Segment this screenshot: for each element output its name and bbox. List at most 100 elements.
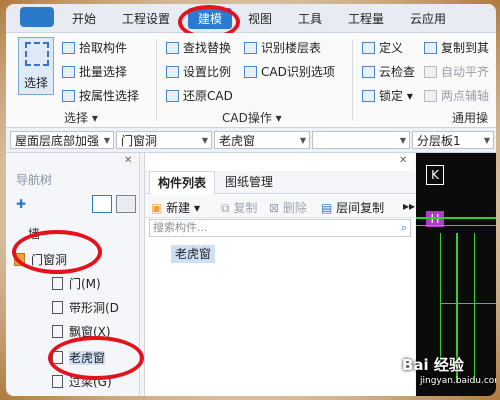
watermark-logo: Bai 经验 jingyan.baidu.com: [402, 356, 496, 386]
tree-item-lintel[interactable]: 过梁(G): [52, 373, 112, 390]
chevron-down-icon: ▼: [299, 136, 306, 145]
menu-cloud[interactable]: 云应用: [410, 10, 446, 27]
two-point-axis-button[interactable]: 两点辅轴: [424, 87, 489, 104]
define-button[interactable]: 定义: [362, 39, 403, 56]
copy-button[interactable]: ⧉ 复制: [221, 199, 257, 216]
new-icon: ▣: [151, 201, 163, 215]
chevron-down-icon: ▼: [103, 136, 110, 145]
menu-modeling[interactable]: 建模: [188, 8, 233, 29]
floor-copy-button[interactable]: ▤ 层间复制: [321, 199, 384, 216]
select-group-label: 选择 ▾: [64, 111, 98, 125]
ribbon-separator: [352, 39, 353, 121]
identify-floor-table-button[interactable]: 识别楼层表: [244, 39, 321, 56]
pick-component-button[interactable]: 拾取构件: [62, 39, 127, 56]
new-button[interactable]: ▣ 新建 ▾: [151, 199, 200, 216]
lock-button[interactable]: 锁定 ▾: [362, 87, 413, 104]
component-select[interactable]: 老虎窗 ▼: [214, 131, 310, 149]
delete-button[interactable]: ⊠ 删除: [269, 199, 307, 216]
restore-icon: [166, 90, 179, 102]
extra-select[interactable]: ▼: [312, 131, 410, 149]
panel-toolbar: ▣ 新建 ▾ ⧉ 复制 ⊠ 删除 ▤ 层间复制 ▸▸: [145, 195, 415, 218]
chevron-down-icon: ▼: [399, 136, 406, 145]
tree-item-bay-window[interactable]: 飘窗(X): [52, 323, 111, 340]
axis-icon: [424, 90, 437, 102]
photo-frame: 开始 工程设置 建模 视图 工具 工程量 云应用 选择 拾取构件 批量选择 按属…: [0, 0, 500, 400]
tree-item-door[interactable]: 门(M): [52, 275, 101, 292]
tab-drawing-manage[interactable]: 图纸管理: [217, 171, 281, 193]
chevron-down-icon: ▼: [483, 136, 490, 145]
menu-tools[interactable]: 工具: [298, 10, 322, 27]
general-group-label: 通用操: [452, 111, 489, 125]
list-item[interactable]: 老虎窗: [171, 245, 216, 263]
batch-select-button[interactable]: 批量选择: [62, 63, 127, 80]
tab-component-list[interactable]: 构件列表: [149, 171, 216, 194]
strip-hole-icon: [52, 301, 63, 314]
app-window: 开始 工程设置 建模 视图 工具 工程量 云应用 选择 拾取构件 批量选择 按属…: [6, 4, 496, 396]
pick-icon: [62, 42, 75, 54]
find-icon: [166, 42, 179, 54]
menu-view[interactable]: 视图: [248, 10, 272, 27]
select-big-button[interactable]: 选择: [18, 37, 54, 95]
lintel-icon: [52, 375, 63, 388]
auto-align-button[interactable]: 自动平齐: [424, 63, 489, 80]
define-icon: [362, 42, 375, 54]
find-replace-button[interactable]: 查找替换: [166, 39, 231, 56]
tree-item-wall[interactable]: 墙: [28, 225, 40, 242]
ribbon-separator: [156, 39, 157, 121]
floor-copy-icon: ▤: [321, 201, 333, 215]
app-menu-button[interactable]: [20, 7, 54, 27]
list-view-icon[interactable]: [92, 195, 112, 213]
menu-project-settings[interactable]: 工程设置: [122, 10, 170, 27]
search-icon: ⌕: [400, 221, 407, 234]
door-icon: [52, 277, 63, 290]
tree-item-strip-hole[interactable]: 带形洞(D: [52, 299, 119, 316]
cloud-icon: [362, 66, 375, 78]
nav-toolbar: ✚: [6, 193, 139, 217]
copy-icon: ⧉: [221, 201, 230, 215]
table-icon: [244, 42, 257, 54]
scale-icon: [166, 66, 179, 78]
layer-select[interactable]: 分层板1 ▼: [412, 131, 494, 149]
close-icon[interactable]: ✕: [124, 155, 132, 166]
cad-options-button[interactable]: CAD识别选项: [244, 63, 335, 80]
add-icon[interactable]: ✚: [16, 197, 26, 211]
set-scale-button[interactable]: 设置比例: [166, 63, 231, 80]
tree-item-dormer[interactable]: 老虎窗: [52, 349, 106, 366]
floor-select[interactable]: 屋面层底部加强 ▼: [10, 131, 114, 149]
cad-line: [440, 233, 441, 363]
close-icon[interactable]: ✕: [399, 155, 407, 166]
batch-icon: [62, 66, 75, 78]
panel-tabs: 构件列表 图纸管理: [145, 171, 415, 194]
select-arrow-icon: [25, 42, 49, 66]
copy-to-button[interactable]: 复制到其: [424, 39, 489, 56]
attr-icon: [62, 90, 75, 102]
chevron-down-icon: ▼: [201, 136, 208, 145]
bay-window-icon: [52, 325, 63, 338]
menu-start[interactable]: 开始: [72, 10, 96, 27]
lock-icon: [362, 90, 375, 102]
cad-line: [416, 217, 496, 219]
nav-tree-panel: ✕ 导航树 ✚ 墙 门窗洞 门(M) 带形洞(D 飘窗(X) 老虎窗 过梁(G): [6, 153, 140, 396]
menu-quantity[interactable]: 工程量: [348, 10, 384, 27]
folder-icon: [14, 253, 25, 266]
nav-title: 导航树: [16, 173, 53, 187]
menubar: 开始 工程设置 建模 视图 工具 工程量 云应用: [6, 4, 496, 33]
category-select[interactable]: 门窗洞 ▼: [116, 131, 212, 149]
select-big-label: 选择: [23, 76, 48, 90]
more-icon[interactable]: ▸▸: [403, 199, 415, 213]
cad-line: [416, 225, 496, 226]
align-icon: [424, 66, 437, 78]
ribbon: 选择 拾取构件 批量选择 按属性选择 选择 ▾ 查找替换 识别楼层表 设置比例 …: [6, 33, 496, 128]
cad-group-label: CAD操作 ▾: [222, 111, 282, 125]
cad-line: [440, 303, 496, 304]
cloud-check-button[interactable]: 云检查: [362, 63, 415, 80]
cad-options-icon: [244, 66, 257, 78]
search-input[interactable]: 搜索构件... ⌕: [149, 219, 411, 237]
copy-to-icon: [424, 42, 437, 54]
selector-row: 屋面层底部加强 ▼ 门窗洞 ▼ 老虎窗 ▼ ▼ 分层板1 ▼: [6, 128, 496, 153]
dormer-icon: [52, 351, 63, 364]
grid-view-icon[interactable]: [116, 195, 136, 213]
tree-item-door-window[interactable]: 门窗洞: [14, 251, 67, 268]
select-by-attr-button[interactable]: 按属性选择: [62, 87, 139, 104]
restore-cad-button[interactable]: 还原CAD: [166, 87, 233, 104]
